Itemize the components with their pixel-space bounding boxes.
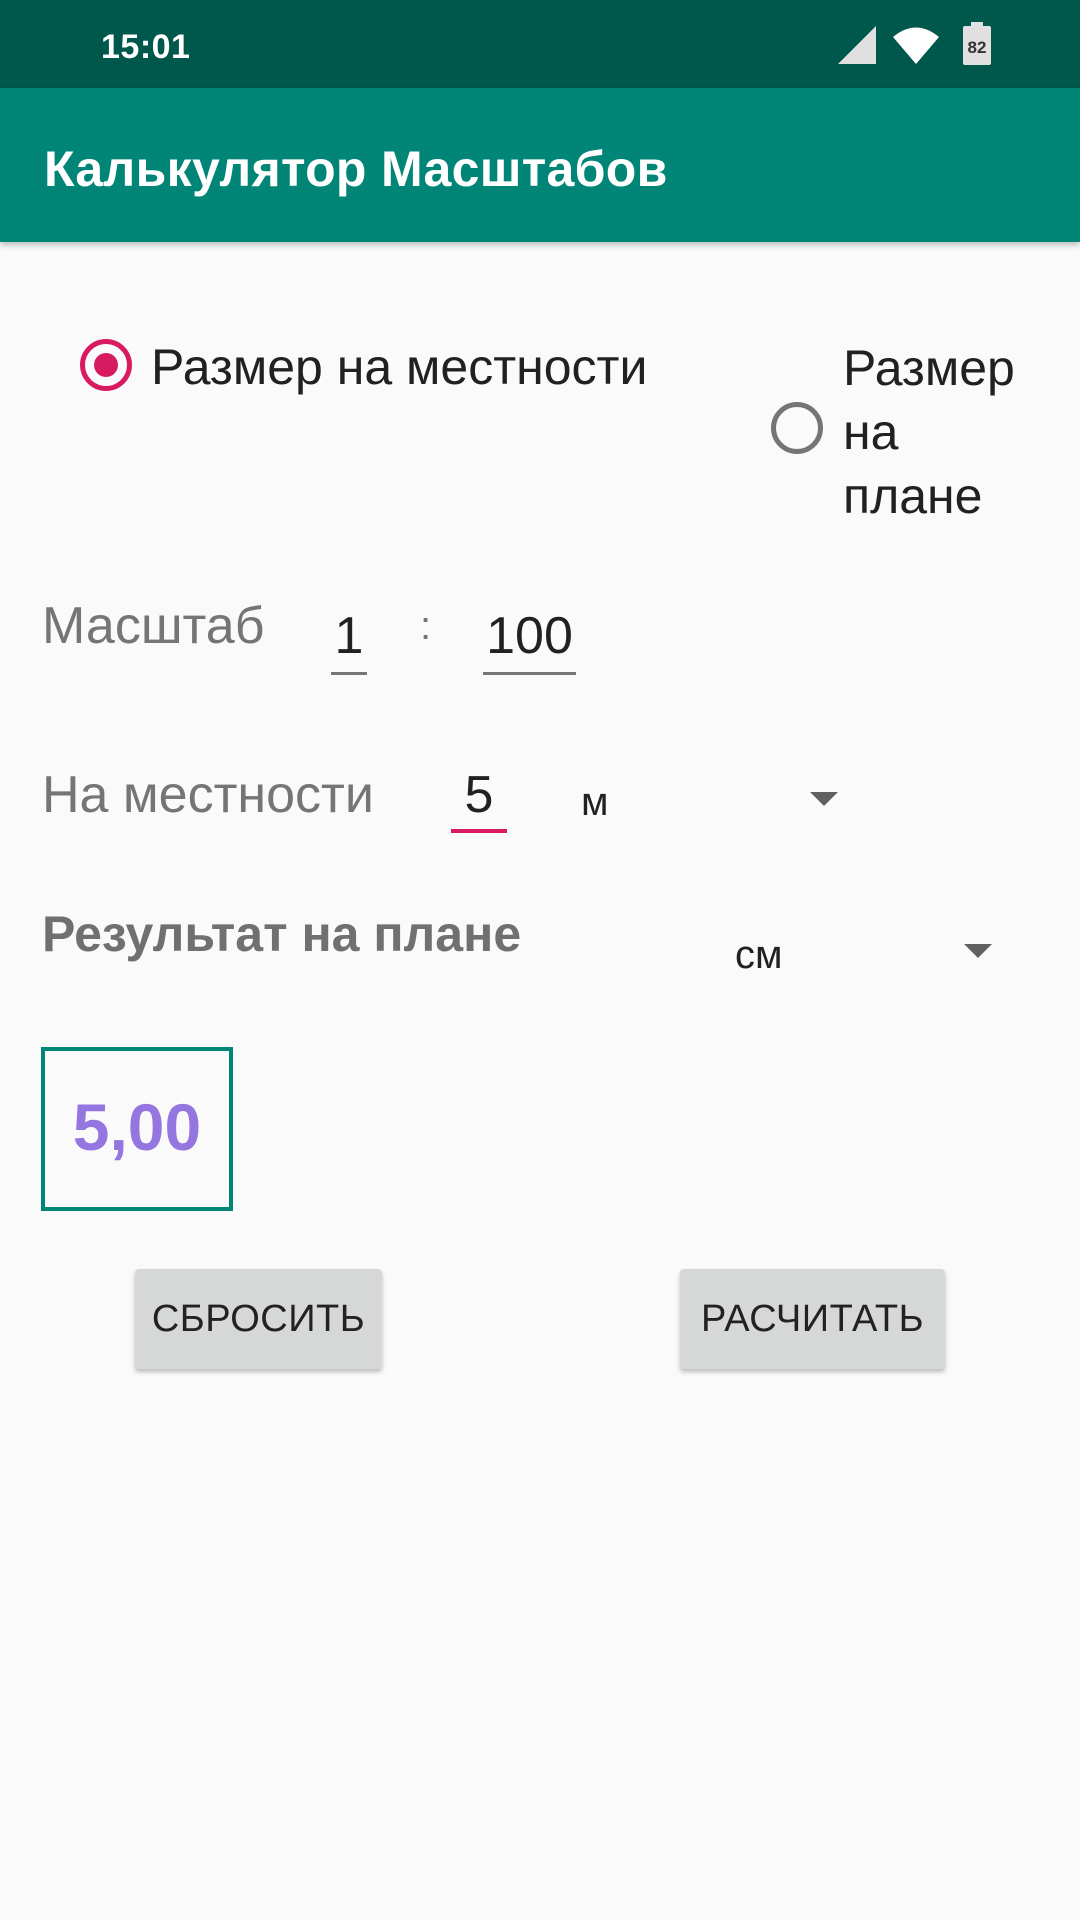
status-time: 15:01 bbox=[101, 28, 191, 66]
radio-unchecked-icon[interactable] bbox=[771, 402, 823, 454]
scale-left-underline bbox=[331, 672, 367, 675]
app-title: Калькулятор Масштабов bbox=[44, 141, 668, 197]
scale-separator: : bbox=[420, 604, 432, 648]
radio-label-ground[interactable]: Размер на местности bbox=[151, 335, 647, 399]
result-box: 5,00 bbox=[41, 1047, 233, 1211]
ground-label: На местности bbox=[42, 766, 374, 824]
ground-value-underline bbox=[451, 829, 507, 833]
status-bar: 15:01 82 bbox=[0, 0, 1080, 88]
radio-label-plan[interactable]: Размер на плане bbox=[843, 336, 1015, 528]
reset-button[interactable]: СБРОСИТЬ bbox=[135, 1269, 382, 1369]
radio-checked-icon[interactable] bbox=[80, 339, 132, 391]
wifi-icon bbox=[893, 27, 939, 64]
status-icons: 82 bbox=[836, 22, 1006, 66]
scale-left-input[interactable]: 1 bbox=[331, 606, 367, 666]
app-bar: Калькулятор Масштабов bbox=[0, 88, 1080, 242]
cell-signal-icon bbox=[838, 26, 876, 64]
result-value: 5,00 bbox=[72, 1090, 202, 1164]
dropdown-arrow-icon[interactable] bbox=[810, 792, 838, 806]
ground-unit-value: м bbox=[581, 780, 609, 824]
radio-label-plan-line1: Размер bbox=[843, 340, 1015, 396]
result-label: Результат на плане bbox=[42, 906, 522, 962]
calculate-button[interactable]: РАСЧИТАТЬ bbox=[680, 1269, 945, 1369]
radio-label-plan-line2: на bbox=[843, 404, 899, 460]
scale-right-input[interactable]: 100 bbox=[483, 606, 576, 666]
battery-level: 82 bbox=[967, 38, 987, 57]
scale-label: Масштаб bbox=[42, 597, 265, 655]
radio-label-plan-line3: плане bbox=[843, 468, 983, 524]
result-unit-value: см bbox=[735, 933, 783, 977]
scale-right-underline bbox=[483, 672, 576, 675]
dropdown-arrow-icon[interactable] bbox=[964, 944, 992, 958]
ground-value-input[interactable]: 5 bbox=[451, 765, 507, 825]
